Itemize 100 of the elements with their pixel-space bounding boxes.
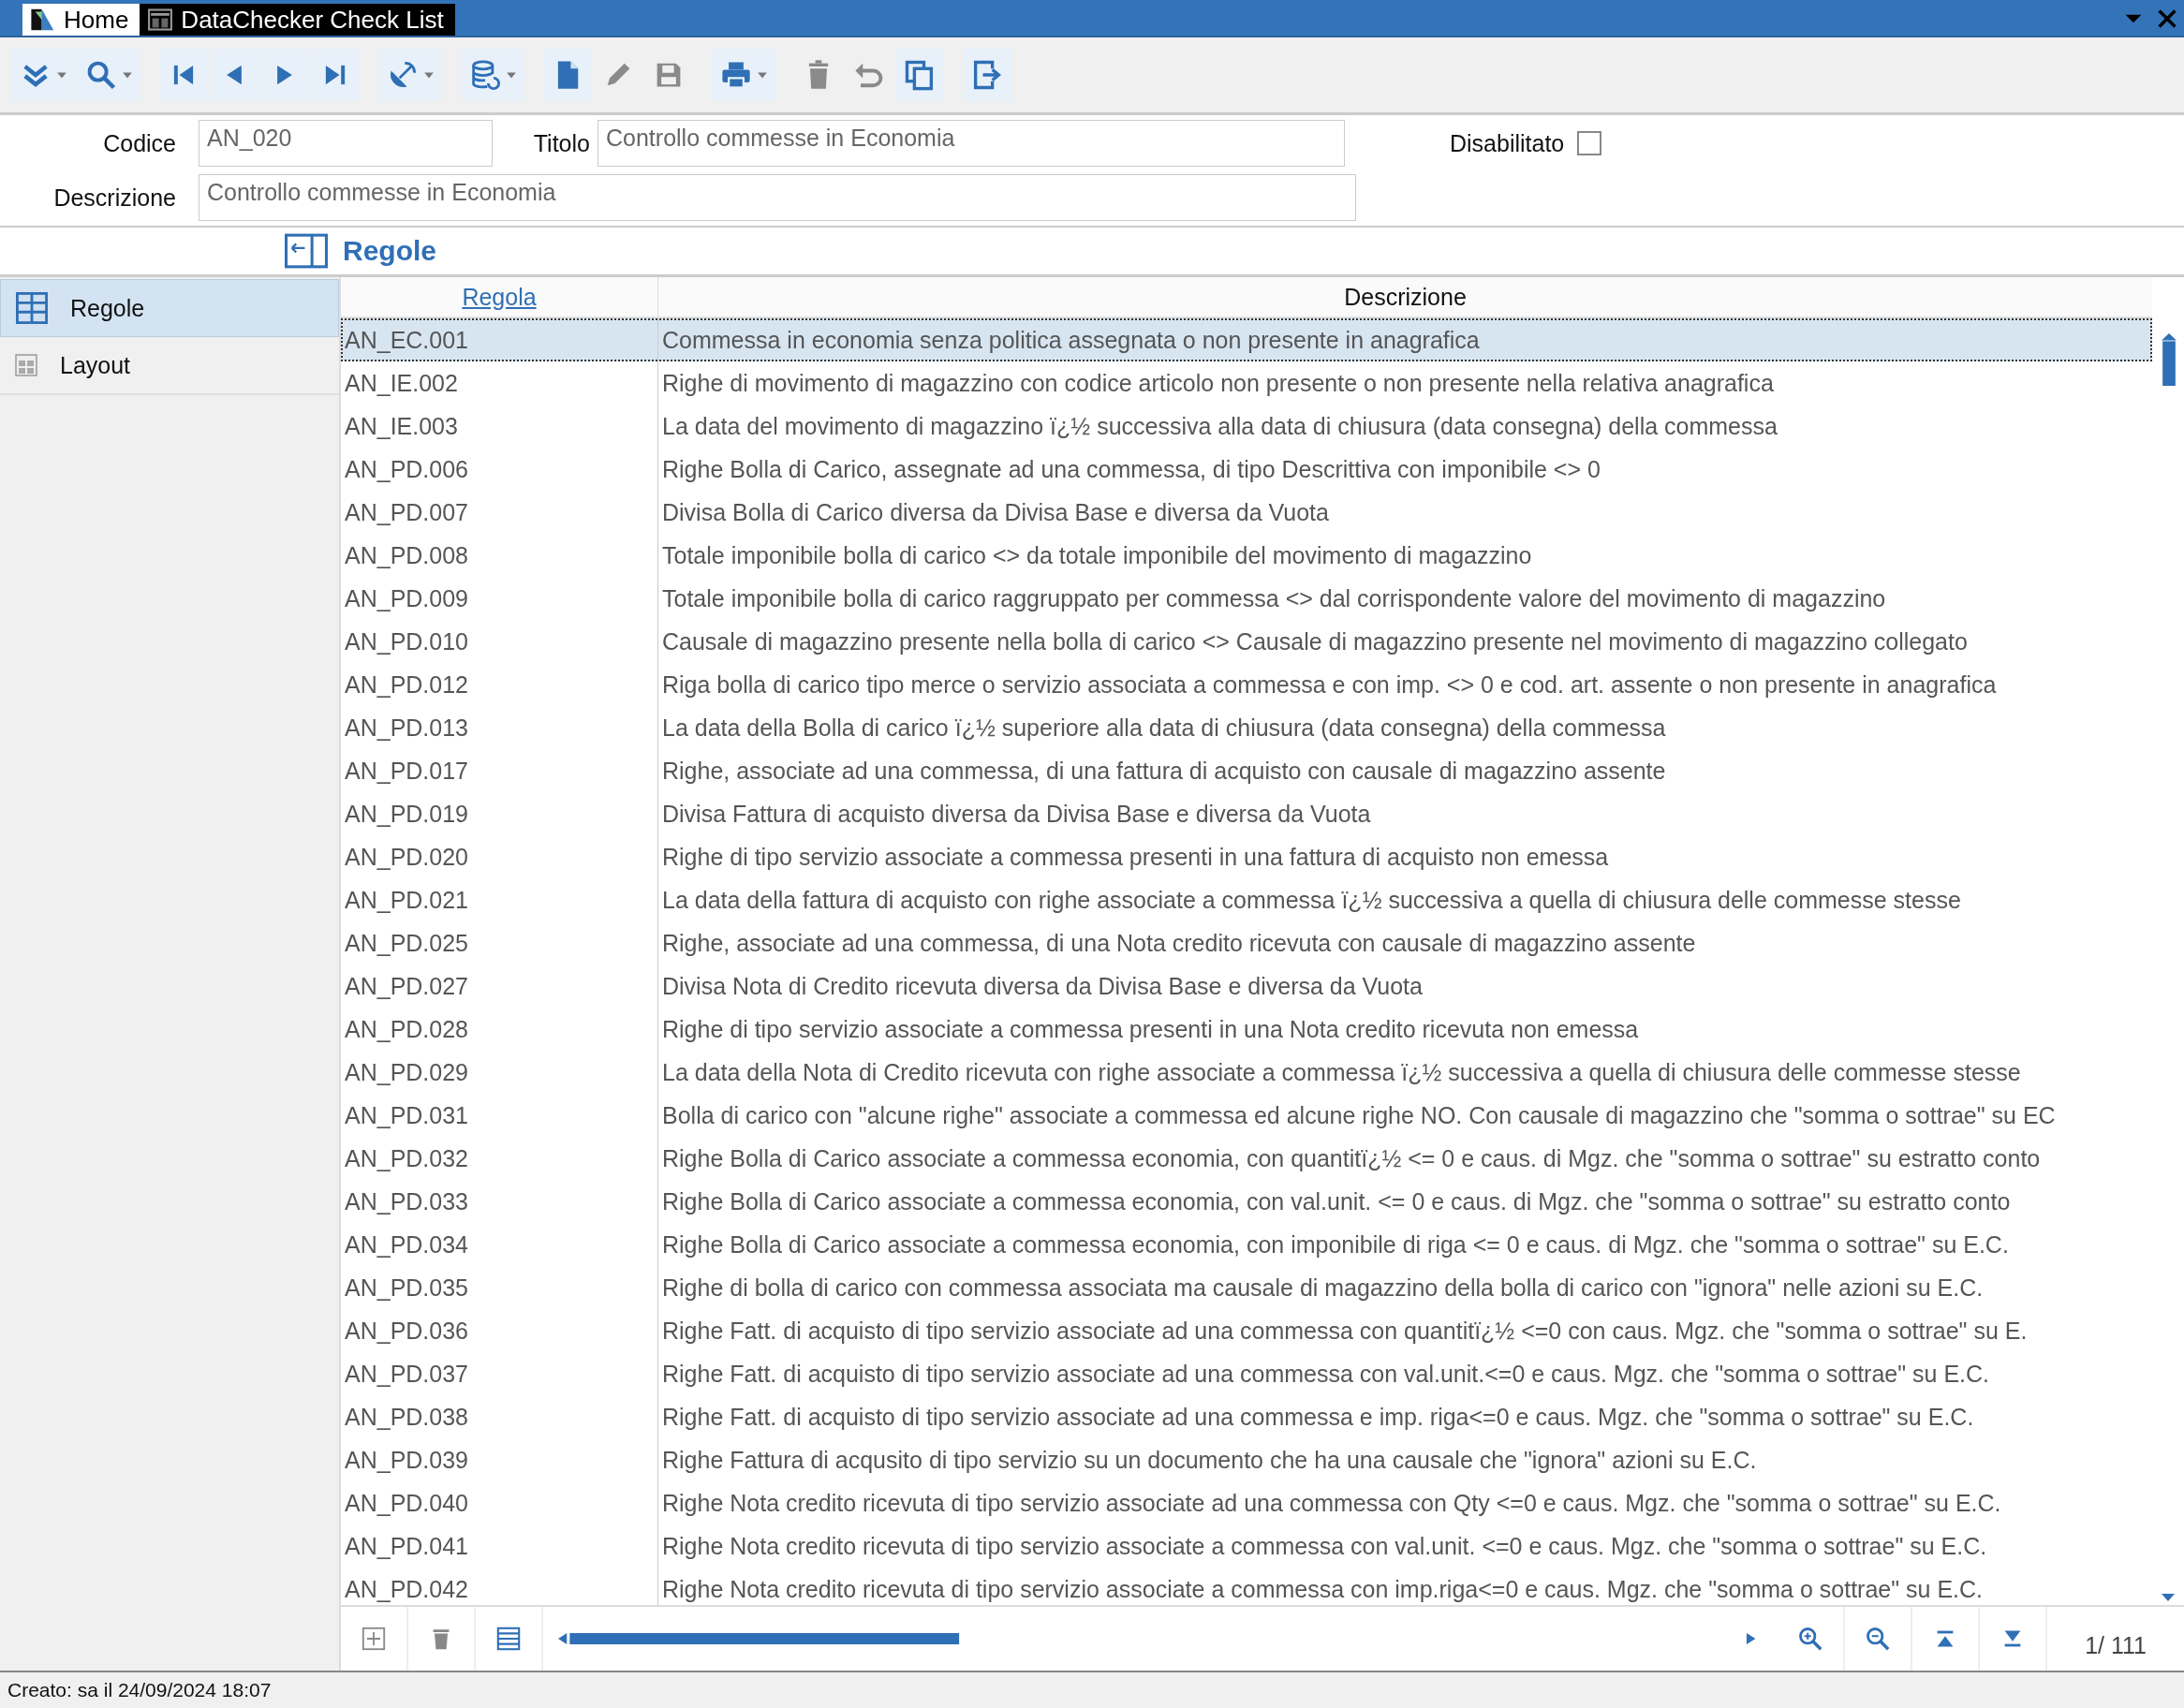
- satellite-button[interactable]: [378, 49, 442, 101]
- table-row[interactable]: AN_EC.001 Commessa in economia senza politica assegnata o non presente in anagrafica: [341, 318, 2152, 361]
- table-row[interactable]: AN_PD.038 Righe Fatt. di acquisto di tipo servizio associate ad una commessa e imp. riga<=0 e caus. Mgz. che "somma o sottrae" su E.C.: [341, 1395, 2152, 1438]
- list-icon: [495, 1626, 522, 1652]
- collapse-panel-icon[interactable]: [285, 233, 328, 269]
- table-cell: Righe Bolla di Carico associate a commessa economia, con val.unit. <= 0 e caus. di Mgz. che "somma o sottrae" su estratto conto: [657, 1180, 2152, 1223]
- table-cell: Totale imponibile bolla di carico <> da totale imponibile del movimento di magazzino: [657, 534, 2152, 577]
- table-cell-text: AN_PD.017: [344, 756, 470, 786]
- table-cell: Riga bolla di carico tipo merce o servizio associata a commessa e con imp. <> 0 e cod. art. assente o non presente in anagrafica: [657, 663, 2152, 706]
- scroll-down-icon[interactable]: [2162, 1594, 2175, 1601]
- disabled-label: Disabilitato: [1450, 129, 1565, 157]
- table-cell: Bolla di carico con "alcune righe" associate a commessa ed alcune righe NO. Con causale di magazzino che "somma o sottrae" su EC: [657, 1094, 2152, 1137]
- table-cell: La data della Nota di Credito ricevuta con righe associate a commessa ï¿½ successiva a quella di chiusura delle commesse stesse: [657, 1051, 2152, 1094]
- table-cell-text: AN_PD.019: [344, 799, 470, 829]
- table-cell: Divisa Fattura di acquisto diversa da Divisa Base e diversa da Vuota: [657, 792, 2152, 835]
- table-cell-text: AN_PD.040: [344, 1488, 470, 1518]
- table-row[interactable]: AN_PD.027 Divisa Nota di Credito ricevuta diversa da Divisa Base e diversa da Vuota: [341, 964, 2152, 1008]
- code-label: Codice: [102, 129, 176, 157]
- table-row[interactable]: AN_PD.032 Righe Bolla di Carico associate a commessa economia, con quantitï¿½ <= 0 e caus. di Mgz. che "somma o sottrae" su estratto conto: [341, 1137, 2152, 1180]
- table-cell: Righe di bolla di carico con commessa associata ma causale di magazzino della bolla di carico con "ignora" nelle azioni su E.C.: [657, 1266, 2152, 1309]
- section-title: Regole: [343, 235, 437, 267]
- table-cell: Righe, associate ad una commessa, di una Nota credito ricevuta con causale di magazzino assente: [657, 921, 2152, 964]
- table-row[interactable]: AN_PD.033 Righe Bolla di Carico associate a commessa economia, con val.unit. <= 0 e caus. di Mgz. che "somma o sottrae" su estratto conto: [341, 1180, 2152, 1223]
- table-cell-text: AN_PD.032: [344, 1143, 470, 1173]
- table-row[interactable]: AN_PD.012 Riga bolla di carico tipo merce o servizio associata a commessa e con imp. <> 0 e cod. art. assente o non presente in anagrafica: [341, 663, 2152, 706]
- title-field[interactable]: Controllo commesse in Economia: [598, 120, 1345, 167]
- table-cell-text: AN_PD.009: [344, 583, 470, 613]
- zoom-out-icon: [1865, 1626, 1892, 1652]
- sidebar-item[interactable]: Layout: [0, 337, 339, 395]
- table-cell: Righe di tipo servizio associate a commessa presenti in una Nota credito ricevuta non emessa: [657, 1008, 2152, 1051]
- table-cell: Commessa in economia senza politica assegnata o non presente in anagrafica: [657, 318, 2152, 361]
- table-cell: La data della fattura di acquisto con righe associate a commessa ï¿½ successiva a quella di chiusura delle commesse stesse: [657, 878, 2152, 921]
- table-row[interactable]: AN_PD.008 Totale imponibile bolla di carico <> da totale imponibile del movimento di magazzino: [341, 534, 2152, 577]
- table-cell: Righe Bolla di Carico associate a commessa economia, con quantitï¿½ <= 0 e caus. di Mgz. che "somma o sottrae" su estratto conto: [657, 1137, 2152, 1180]
- table-cell: Righe Nota credito ricevuta di tipo servizio associate ad una commessa con Qty <=0 e caus. Mgz. che "somma o sottrae" su E.C.: [657, 1481, 2152, 1524]
- zoom-in-icon: [1797, 1626, 1824, 1652]
- table-cell-text: AN_PD.038: [344, 1402, 470, 1432]
- table-cell-text: AN_PD.027: [344, 971, 470, 1001]
- description-field[interactable]: Controllo commesse in Economia: [199, 174, 1356, 221]
- table-row[interactable]: AN_PD.041 Righe Nota credito ricevuta di tipo servizio associate a commessa con val.unit. <=0 e caus. Mgz. che "somma o sottrae" su E.C.: [341, 1524, 2152, 1568]
- search-button[interactable]: [77, 49, 140, 101]
- next-button[interactable]: [260, 49, 309, 101]
- code-field[interactable]: AN_020: [199, 120, 493, 167]
- table-row[interactable]: AN_PD.034 Righe Bolla di Carico associate a commessa economia, con imponibile di riga <= 0 e caus. di Mgz. che "somma o sottrae" su E.C.: [341, 1223, 2152, 1266]
- table-cell: Divisa Bolla di Carico diversa da Divisa Base e diversa da Vuota: [657, 491, 2152, 534]
- table-cell: Righe Bolla di Carico, assegnate ad una commessa, di tipo Descrittiva con imponibile <> 0: [657, 448, 2152, 491]
- table-cell: Divisa Nota di Credito ricevuta diversa da Divisa Base e diversa da Vuota: [657, 964, 2152, 1008]
- table-cell: Righe Nota credito ricevuta di tipo servizio associate a commessa con val.unit. <=0 e caus. Mgz. che "somma o sottrae" su E.C.: [657, 1524, 2152, 1568]
- table-row[interactable]: AN_PD.035 Righe di bolla di carico con commessa associata ma causale di magazzino della bolla di carico con "ignora" nelle azioni su E.C.: [341, 1266, 2152, 1309]
- table-row[interactable]: AN_PD.037 Righe Fatt. di acquisto di tipo servizio associate ad una commessa con val.unit.<=0 e caus. Mgz. che "somma o sottrae" su E.C.: [341, 1352, 2152, 1395]
- table-cell-text: AN_IE.002: [344, 368, 459, 398]
- window-tab[interactable]: DataChecker Check List: [140, 4, 455, 36]
- table-row[interactable]: AN_PD.019 Divisa Fattura di acquisto diversa da Divisa Base e diversa da Vuota: [341, 792, 2152, 835]
- print-button[interactable]: [712, 49, 775, 101]
- table-cell-text: AN_PD.041: [344, 1531, 470, 1561]
- table-row[interactable]: AN_PD.021 La data della fattura di acquisto con righe associate a commessa ï¿½ successiva a quella di chiusura delle commesse stesse: [341, 878, 2152, 921]
- table-row[interactable]: AN_PD.029 La data della Nota di Credito ricevuta con righe associate a commessa ï¿½ successiva a quella di chiusura delle commesse stesse: [341, 1051, 2152, 1094]
- table-cell-text: AN_PD.037: [344, 1359, 470, 1389]
- table-cell-text: AN_PD.020: [344, 842, 470, 872]
- expand-button[interactable]: [11, 49, 75, 101]
- window-icon: [147, 7, 174, 33]
- table-cell-text: AN_PD.028: [344, 1014, 470, 1044]
- table-cell-text: AN_PD.025: [344, 928, 470, 958]
- last-button[interactable]: [311, 49, 360, 101]
- column-header[interactable]: Regola: [341, 277, 657, 317]
- first-button[interactable]: [159, 49, 208, 101]
- table-cell: Righe di tipo servizio associate a commessa presenti in una fattura di acquisto non emessa: [657, 835, 2152, 878]
- record-counter: 1/ 111: [2084, 1630, 2147, 1660]
- table-row[interactable]: AN_PD.039 Righe Fattura di acqusito di tipo servizio su un documento che ha una causale che "ignora" azioni su E.C.: [341, 1438, 2152, 1481]
- table-cell-text: AN_PD.042: [344, 1574, 470, 1604]
- table-cell-text: AN_PD.012: [344, 670, 470, 699]
- window-tab[interactable]: Home: [22, 4, 140, 36]
- table-cell-text: AN_PD.034: [344, 1229, 470, 1259]
- plus-box-icon: [361, 1626, 387, 1652]
- table-row[interactable]: AN_PD.017 Righe, associate ad una commessa, di una fattura di acquisto con causale di magazzino assente: [341, 749, 2152, 792]
- copy-button[interactable]: [895, 49, 944, 101]
- table-row[interactable]: AN_PD.009 Totale imponibile bolla di carico raggruppato per commessa <> dal corrispondente valore del movimento di magazzino: [341, 577, 2152, 620]
- table-row[interactable]: AN_PD.025 Righe, associate ad una commessa, di una Nota credito ricevuta con causale di magazzino assente: [341, 921, 2152, 964]
- table-row[interactable]: AN_PD.010 Causale di magazzino presente nella bolla di carico <> Causale di magazzino presente nel movimento di magazzino collegato: [341, 620, 2152, 663]
- table-row[interactable]: AN_IE.002 Righe di movimento di magazzino con codice articolo non presente o non presente nella relativa anagrafica: [341, 361, 2152, 405]
- table-row[interactable]: AN_PD.007 Divisa Bolla di Carico diversa da Divisa Base e diversa da Vuota: [341, 491, 2152, 534]
- table-row[interactable]: AN_PD.040 Righe Nota credito ricevuta di tipo servizio associate ad una commessa con Qty <=0 e caus. Mgz. che "somma o sottrae" su E.C.: [341, 1481, 2152, 1524]
- table-row[interactable]: AN_PD.028 Righe di tipo servizio associate a commessa presenti in una Nota credito ricevuta non emessa: [341, 1008, 2152, 1051]
- column-header[interactable]: Descrizione: [657, 277, 2152, 317]
- table-row[interactable]: AN_PD.006 Righe Bolla di Carico, assegnate ad una commessa, di tipo Descrittiva con imponibile <> 0: [341, 448, 2152, 491]
- scrollbar-thumb[interactable]: [2162, 333, 2177, 386]
- prev-button[interactable]: [210, 49, 258, 101]
- table-row[interactable]: AN_IE.003 La data del movimento di magazzino ï¿½ successiva alla data di chiusura (data consegna) della commessa: [341, 405, 2152, 448]
- table-row[interactable]: AN_PD.013 La data della Bolla di carico ï¿½ superiore alla data di chiusura (data consegna) della commessa: [341, 706, 2152, 749]
- new-button[interactable]: [543, 49, 592, 101]
- exit-button[interactable]: [963, 49, 1011, 101]
- table-cell-text: AN_PD.031: [344, 1100, 470, 1130]
- description-label: Descrizione: [52, 184, 176, 212]
- table-cell: Righe di movimento di magazzino con codice articolo non presente o non presente nella relativa anagrafica: [657, 361, 2152, 405]
- sidebar-item[interactable]: Regole: [0, 279, 339, 337]
- table-cell-text: AN_PD.010: [344, 626, 470, 656]
- table-row[interactable]: AN_PD.031 Bolla di carico con "alcune righe" associate a commessa ed alcune righe NO. Con causale di magazzino che "somma o sottrae" su EC: [341, 1094, 2152, 1137]
- database-button[interactable]: [461, 49, 524, 101]
- table-row[interactable]: AN_PD.036 Righe Fatt. di acquisto di tipo servizio associate ad una commessa con quantitï¿½ <=0 con caus. Mgz. che "somma o sottrae" su E.: [341, 1309, 2152, 1352]
- table-row[interactable]: AN_PD.020 Righe di tipo servizio associate a commessa presenti in una fattura di acquisto non emessa: [341, 835, 2152, 878]
